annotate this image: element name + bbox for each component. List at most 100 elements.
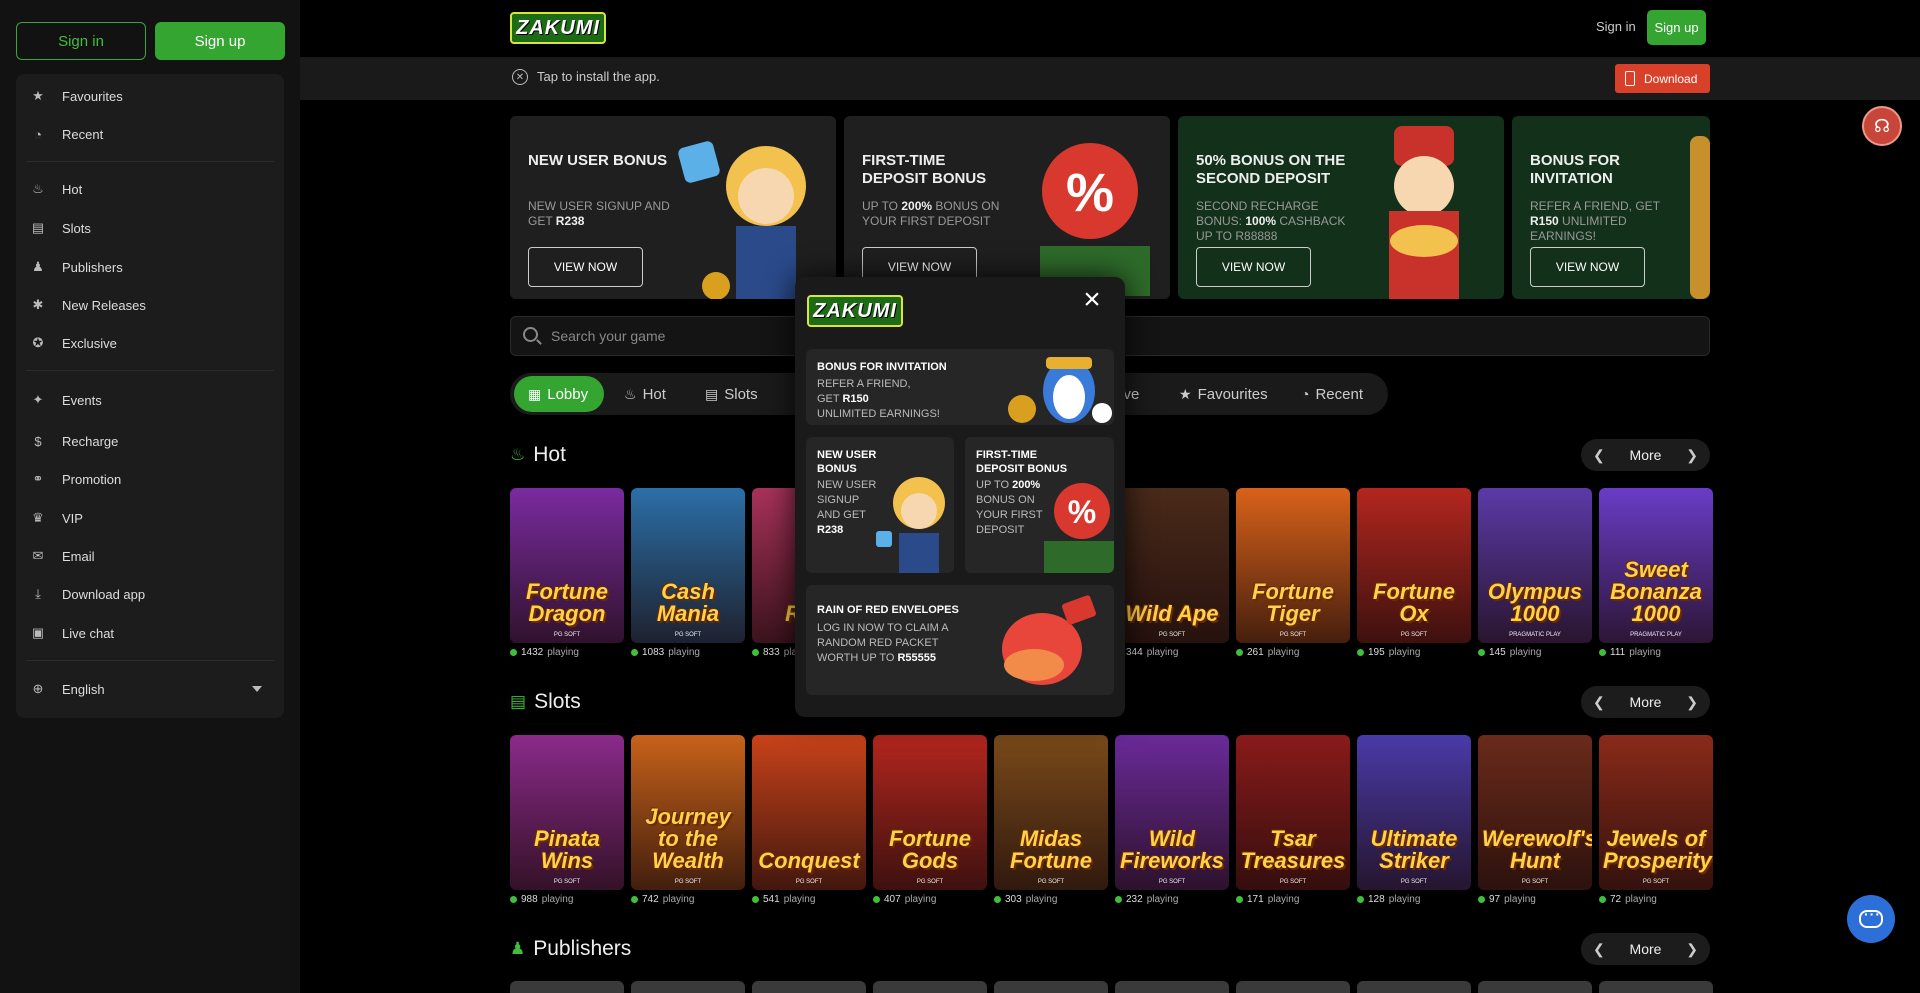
game-provider: PG SOFT [1158, 632, 1186, 638]
sidebar-item-vip[interactable]: ♛ VIP [16, 501, 284, 535]
sidebar-item-promotion[interactable]: ⚭ Promotion [16, 462, 284, 496]
sidebar-item-label: Recent [62, 126, 104, 142]
tab-recent[interactable]: ◔ Recent [1301, 376, 1363, 412]
publisher-tile[interactable] [752, 981, 866, 993]
more-button[interactable]: More [1630, 694, 1662, 710]
game-tile[interactable]: Fortune Gods PG SOFT [873, 735, 987, 890]
fire-icon: ♨ [510, 445, 526, 464]
banner-invitation-bonus[interactable]: BONUS FOR INVITATION REFER A FRIEND, GET… [1512, 116, 1710, 299]
sidebar-item-hot[interactable]: ♨ Hot [16, 172, 284, 206]
game-tile[interactable]: Wild Fireworks PG SOFT [1115, 735, 1229, 890]
game-tile[interactable]: Midas Fortune PG SOFT [994, 735, 1108, 890]
chevron-left-icon[interactable]: ❮ [1593, 941, 1605, 958]
more-button[interactable]: More [1630, 447, 1662, 463]
game-tile[interactable]: Tsar Treasures PG SOFT [1236, 735, 1350, 890]
more-button[interactable]: More [1630, 941, 1662, 957]
sidebar-item-exclusive[interactable]: ✪ Exclusive [16, 326, 284, 360]
chevron-right-icon[interactable]: ❯ [1686, 447, 1698, 464]
publisher-tile[interactable] [994, 981, 1108, 993]
close-icon[interactable]: × [1079, 285, 1105, 315]
popup-card-new-user[interactable]: NEW USER BONUS NEW USER SIGNUP AND GET R2… [806, 437, 954, 573]
publisher-tile[interactable] [1599, 981, 1713, 993]
sidebar-item-download-app[interactable]: ⤓ Download app [16, 577, 284, 611]
sidebar-item-label: Download app [62, 586, 146, 602]
publisher-tile[interactable] [1478, 981, 1592, 993]
live-chat-button[interactable] [1847, 895, 1895, 943]
sidebar-item-recharge[interactable]: $ Recharge [16, 424, 284, 458]
banner-new-user-bonus[interactable]: NEW USER BONUS NEW USER SIGNUP AND GET R… [510, 116, 836, 299]
game-tile[interactable]: Pinata Wins PG SOFT [510, 735, 624, 890]
tab-favourites[interactable]: ★ Favourites [1179, 376, 1268, 412]
publisher-tile[interactable] [873, 981, 987, 993]
game-tile[interactable]: Jewels of Prosperity PG SOFT [1599, 735, 1713, 890]
chevron-left-icon[interactable]: ❮ [1593, 447, 1605, 464]
tab-label: Lobby [547, 385, 589, 403]
game-tile[interactable]: Olympus 1000 PRAGMATIC PLAY [1478, 488, 1592, 643]
banner-desc: NEW USER SIGNUP AND GET R238 [528, 199, 670, 228]
header-signup-button[interactable]: Sign up [1647, 10, 1706, 45]
language-label: English [62, 681, 105, 697]
section-title-label: Publishers [533, 937, 632, 960]
tab-lobby[interactable]: ▦ Lobby [514, 376, 605, 412]
sidebar-item-slots[interactable]: ▤ Slots [16, 211, 284, 245]
sidebar-item-publishers[interactable]: ♟ Publishers [16, 250, 284, 284]
game-provider: PG SOFT [553, 879, 581, 885]
slot-machine-icon: ▤ [510, 692, 527, 711]
chevron-left-icon[interactable]: ❮ [1593, 694, 1605, 711]
game-title: Tsar Treasures [1240, 826, 1346, 873]
game-tile[interactable]: Ultimate Striker PG SOFT [1357, 735, 1471, 890]
sidebar-item-recent[interactable]: ◔ Recent [16, 117, 284, 151]
sidebar-item-label: Slots [62, 220, 91, 236]
close-icon[interactable]: ✕ [512, 69, 528, 85]
tab-slots[interactable]: ▤ Slots [705, 376, 758, 412]
game-tile[interactable]: Fortune Tiger PG SOFT [1236, 488, 1350, 643]
players-count: 195 playing [1357, 647, 1420, 658]
chevron-right-icon[interactable]: ❯ [1686, 941, 1698, 958]
popup-card-first-deposit[interactable]: FIRST-TIME DEPOSIT BONUS UP TO 200% BONU… [965, 437, 1114, 573]
publisher-tile[interactable] [1236, 981, 1350, 993]
game-provider: PG SOFT [553, 632, 581, 638]
logo[interactable]: ZAKUMI [510, 12, 606, 44]
sidebar-item-new-releases[interactable]: ✱ New Releases [16, 288, 284, 322]
support-icon[interactable]: ☊ [1862, 106, 1902, 146]
clock-icon: ◔ [1301, 386, 1310, 402]
sidebar-item-email[interactable]: ✉ Email [16, 539, 284, 573]
sidebar-signin-button[interactable]: Sign in [16, 22, 146, 60]
view-now-button[interactable]: VIEW NOW [528, 247, 643, 287]
chevron-right-icon[interactable]: ❯ [1686, 694, 1698, 711]
popup-card-invitation[interactable]: BONUS FOR INVITATION REFER A FRIEND, GET … [806, 349, 1114, 425]
publisher-tile[interactable] [631, 981, 745, 993]
game-tile[interactable]: Conquest PG SOFT [752, 735, 866, 890]
percent-badge-illustration: % [1040, 143, 1150, 296]
banner-second-deposit-bonus[interactable]: 50% BONUS ON THE SECOND DEPOSIT SECOND R… [1178, 116, 1504, 299]
game-tile[interactable]: Wild Ape PG SOFT [1115, 488, 1229, 643]
game-title: Jewels of Prosperity [1603, 826, 1712, 873]
view-now-button[interactable]: VIEW NOW [1530, 247, 1645, 287]
publisher-tile[interactable] [510, 981, 624, 993]
sidebar-item-events[interactable]: ✦ Events [16, 383, 284, 417]
language-selector[interactable]: ⊕ English [16, 672, 284, 706]
view-now-button[interactable]: VIEW NOW [1196, 247, 1311, 287]
sidebar-item-favourites[interactable]: ★ Favourites [16, 79, 284, 113]
game-tile[interactable]: Cash Mania PG SOFT [631, 488, 745, 643]
tab-hot[interactable]: ♨ Hot [624, 376, 666, 412]
sidebar-signup-button[interactable]: Sign up [155, 22, 285, 60]
sidebar-item-label: Publishers [62, 259, 123, 275]
game-provider: PG SOFT [1400, 879, 1428, 885]
header-signin-link[interactable]: Sign in [1596, 19, 1636, 34]
banner-desc: UP TO 200% BONUS ON YOUR FIRST DEPOSIT [862, 199, 1000, 228]
sidebar-item-live-chat[interactable]: ▣ Live chat [16, 616, 284, 650]
banner-first-deposit-bonus[interactable]: FIRST-TIME DEPOSIT BONUS UP TO 200% BONU… [844, 116, 1170, 299]
game-tile[interactable]: Fortune Dragon PG SOFT [510, 488, 624, 643]
download-button[interactable]: Download [1615, 64, 1710, 93]
publisher-tile[interactable] [1115, 981, 1229, 993]
game-tile[interactable]: Journey to the Wealth PG SOFT [631, 735, 745, 890]
sidebar-item-label: Promotion [62, 471, 122, 487]
popup-card-red-envelopes[interactable]: RAIN OF RED ENVELOPES LOG IN NOW TO CLAI… [806, 585, 1114, 695]
publisher-tile[interactable] [1357, 981, 1471, 993]
game-tile[interactable]: Fortune Ox PG SOFT [1357, 488, 1471, 643]
players-number: 742 [642, 894, 659, 905]
game-tile[interactable]: Sweet Bonanza 1000 PRAGMATIC PLAY [1599, 488, 1713, 643]
game-tile[interactable]: Werewolf's Hunt PG SOFT [1478, 735, 1592, 890]
players-count: 742 playing [631, 894, 694, 905]
